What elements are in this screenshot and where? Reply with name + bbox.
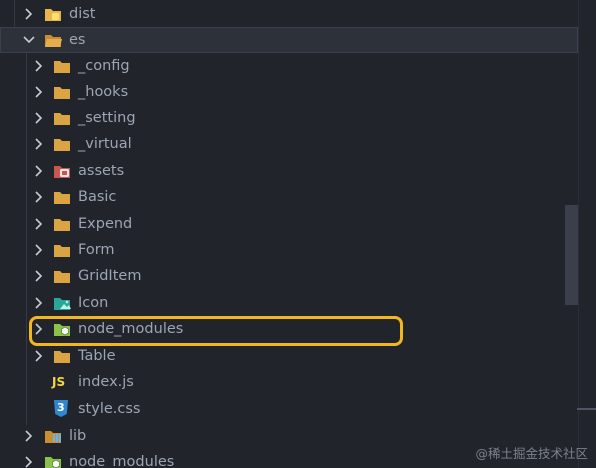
chevron-right-icon[interactable]	[22, 429, 36, 443]
tree-item-assets[interactable]: assets	[0, 158, 578, 184]
tree-item-label: Form	[78, 242, 115, 258]
tree-item-style-css[interactable]: 3 style.css	[0, 396, 578, 422]
tree-item-label: _setting	[78, 110, 136, 126]
tree-item-label: lib	[69, 428, 87, 444]
javascript-file-icon: JS	[52, 374, 72, 390]
scrollbar-track[interactable]	[578, 0, 596, 468]
chevron-right-icon[interactable]	[32, 164, 46, 178]
chevron-right-icon[interactable]	[32, 137, 46, 151]
folder-assets-icon	[53, 163, 71, 179]
tree-item-label: Table	[78, 348, 116, 364]
tree-item-index-js[interactable]: JS index.js	[0, 369, 578, 395]
chevron-right-icon[interactable]	[32, 85, 46, 99]
tree-item-form[interactable]: Form	[0, 237, 578, 263]
folder-lib-icon	[44, 428, 62, 444]
tree-item-label: assets	[78, 163, 125, 179]
folder-node-icon	[44, 454, 62, 468]
tree-item-setting[interactable]: _setting	[0, 105, 578, 131]
chevron-right-icon[interactable]	[32, 243, 46, 257]
folder-icon	[53, 268, 71, 284]
folder-icon	[53, 348, 71, 364]
file-explorer: dist es _config _hooks _setting _virtual…	[0, 0, 578, 468]
chevron-right-icon[interactable]	[32, 296, 46, 310]
folder-icon	[53, 136, 71, 152]
chevron-right-icon[interactable]	[32, 59, 46, 73]
watermark: @稀土掘金技术社区	[475, 446, 588, 461]
tree-item-label: GridItem	[78, 268, 142, 284]
tree-item-label: _hooks	[78, 84, 129, 100]
tree-item-icon[interactable]: Icon	[0, 290, 578, 316]
chevron-right-icon[interactable]	[32, 349, 46, 363]
css-badge: 3	[57, 401, 65, 414]
tree-item-label: _config	[78, 58, 130, 74]
tree-item-table[interactable]: Table	[0, 343, 578, 369]
folder-icon	[53, 58, 71, 74]
chevron-down-icon[interactable]	[22, 33, 36, 47]
tree-item-config[interactable]: _config	[0, 53, 578, 79]
tree-item-es[interactable]: es	[0, 27, 578, 53]
chevron-right-icon[interactable]	[32, 111, 46, 125]
tree-item-label: style.css	[78, 401, 141, 417]
chevron-right-icon[interactable]	[32, 269, 46, 283]
tree-item-basic[interactable]: Basic	[0, 184, 578, 210]
tree-item-label: index.js	[78, 374, 134, 390]
chevron-right-icon[interactable]	[32, 217, 46, 231]
tree-item-label: Expend	[78, 216, 133, 232]
tree-item-griditem[interactable]: GridItem	[0, 263, 578, 289]
folder-icon	[53, 84, 71, 100]
folder-icon	[53, 216, 71, 232]
tree-item-label: node_modules	[69, 454, 175, 468]
chevron-right-icon[interactable]	[32, 190, 46, 204]
tree-item-label: _virtual	[78, 136, 132, 152]
tree-item-label: dist	[69, 6, 96, 22]
folder-images-icon	[53, 295, 71, 311]
scrollbar-marker	[577, 408, 596, 410]
folder-icon	[53, 189, 71, 205]
tree-item-label: Icon	[78, 295, 109, 311]
tree-item-label: es	[69, 32, 86, 48]
css-file-icon: 3	[54, 400, 68, 417]
tree-item-label: Basic	[78, 189, 117, 205]
tree-item-virtual[interactable]: _virtual	[0, 131, 578, 157]
chevron-right-icon[interactable]	[22, 7, 36, 21]
folder-open-icon	[44, 32, 62, 48]
highlight-box	[29, 316, 403, 346]
scrollbar-thumb[interactable]	[565, 205, 578, 305]
folder-icon	[53, 110, 71, 126]
tree-item-dist[interactable]: dist	[0, 1, 578, 27]
tree-item-expend[interactable]: Expend	[0, 211, 578, 237]
chevron-right-icon[interactable]	[22, 455, 36, 468]
folder-dist-icon	[44, 6, 62, 22]
js-badge: JS	[52, 375, 66, 389]
folder-icon	[53, 242, 71, 258]
tree-item-hooks[interactable]: _hooks	[0, 79, 578, 105]
